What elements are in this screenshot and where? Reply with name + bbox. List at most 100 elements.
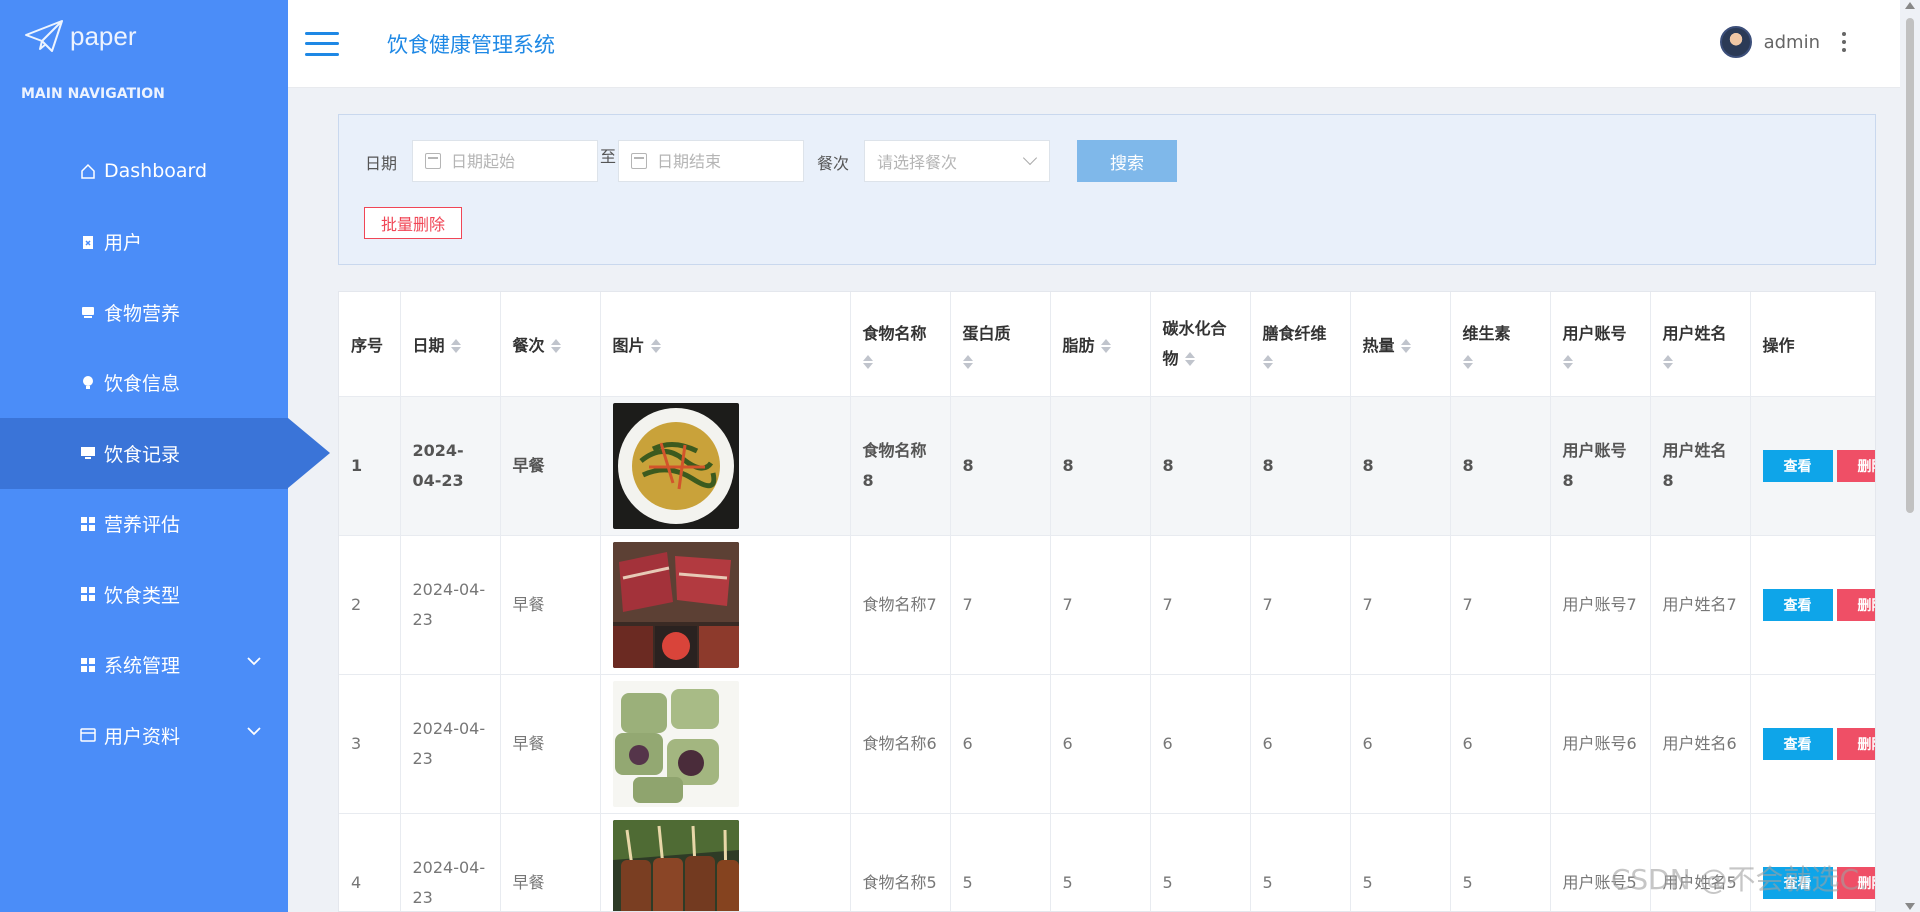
food-photo[interactable] xyxy=(612,402,739,529)
sidebar-item-label: 饮食信息 xyxy=(104,373,181,396)
sidebar-item-label: Dashboard xyxy=(104,160,208,183)
sort-icon[interactable] xyxy=(1400,339,1411,354)
user-menu[interactable]: admin xyxy=(1719,26,1848,58)
grid-icon xyxy=(80,657,96,673)
sidebar-item-diet-type[interactable]: 饮食类型 xyxy=(0,559,288,630)
date-start-input[interactable] xyxy=(449,150,579,172)
username[interactable]: admin xyxy=(1764,32,1820,53)
col-user-account[interactable]: 用户账号 xyxy=(1550,292,1651,397)
col-user-name[interactable]: 用户姓名 xyxy=(1650,292,1751,397)
sort-icon[interactable] xyxy=(862,354,873,369)
avatar[interactable] xyxy=(1719,26,1752,58)
sort-icon[interactable] xyxy=(1462,354,1473,369)
cell-image xyxy=(600,396,851,536)
date-end-input[interactable] xyxy=(655,150,785,172)
delete-button[interactable]: 删除 xyxy=(1836,588,1875,621)
sidebar-item-label: 饮食类型 xyxy=(104,584,181,607)
view-button[interactable]: 查看 xyxy=(1762,449,1833,482)
delete-button[interactable]: 删除 xyxy=(1836,449,1875,482)
food-photo[interactable] xyxy=(612,680,739,807)
delete-button[interactable]: 删除 xyxy=(1836,727,1875,760)
scroll-up-arrow[interactable] xyxy=(1905,2,1915,9)
col-carbs[interactable]: 碳水化合物 xyxy=(1150,292,1251,397)
cell-vitamin: 7 xyxy=(1450,535,1551,675)
nav-section-title: MAIN NAVIGATION xyxy=(21,86,165,102)
cell-carbs: 6 xyxy=(1150,674,1251,814)
col-protein[interactable]: 蛋白质 xyxy=(950,292,1051,397)
sidebar-item-diet-record[interactable]: 饮食记录 xyxy=(0,418,330,489)
table-row[interactable]: 2 2024-04-23 早餐 食物名称7 7 7 7 7 7 7 用户账号7 … xyxy=(339,535,1875,675)
table-row[interactable]: 3 2024-04-23 早餐 食物名称6 6 6 6 6 6 6 用户账号6 … xyxy=(339,674,1875,814)
cell-meal: 早餐 xyxy=(500,813,601,911)
food-photo[interactable] xyxy=(612,819,739,912)
cell-index: 4 xyxy=(339,813,401,911)
col-calories[interactable]: 热量 xyxy=(1350,292,1451,397)
sidebar-item-users[interactable]: 用户 xyxy=(0,207,288,278)
cell-fat: 5 xyxy=(1050,813,1151,911)
sidebar-item-user-profile[interactable]: 用户资料 xyxy=(0,700,288,771)
cell-user-name: 用户姓名8 xyxy=(1650,396,1751,536)
sidebar-item-label: 用户 xyxy=(104,232,143,255)
sort-icon[interactable] xyxy=(962,354,973,369)
sort-icon[interactable] xyxy=(1262,354,1273,369)
brand-name: paper xyxy=(70,20,137,51)
chevron-down-icon[interactable] xyxy=(246,656,262,666)
filter-panel: 日期 至 餐次 请选择餐次 搜索 批量删除 xyxy=(338,114,1876,265)
view-button[interactable]: 查看 xyxy=(1762,588,1833,621)
sidebar-item-label: 营养评估 xyxy=(104,514,181,537)
sort-icon[interactable] xyxy=(1562,354,1573,369)
chevron-down-icon xyxy=(1022,150,1038,166)
cell-food-name: 食物名称6 xyxy=(850,674,951,814)
more-vertical-icon[interactable] xyxy=(1842,32,1848,52)
menu-toggle-button[interactable] xyxy=(305,31,339,56)
cell-food-name: 食物名称8 xyxy=(850,396,951,536)
cell-actions: 查看删除 xyxy=(1750,674,1875,814)
sidebar-item-label: 饮食记录 xyxy=(104,443,181,466)
sidebar-item-system-admin[interactable]: 系统管理 xyxy=(0,630,288,701)
meal-select[interactable]: 请选择餐次 xyxy=(864,140,1050,182)
col-food-name[interactable]: 食物名称 xyxy=(850,292,951,397)
sort-icon[interactable] xyxy=(1100,339,1111,354)
scroll-down-arrow[interactable] xyxy=(1905,903,1915,910)
cell-protein: 7 xyxy=(950,535,1051,675)
sidebar-item-label: 用户资料 xyxy=(104,725,181,748)
sidebar-item-nutrition-eval[interactable]: 营养评估 xyxy=(0,489,288,560)
date-start-field[interactable] xyxy=(412,140,598,182)
sidebar-item-food-nutrition[interactable]: 食物营养 xyxy=(0,277,288,348)
sort-icon[interactable] xyxy=(450,339,461,354)
batch-delete-button[interactable]: 批量删除 xyxy=(364,207,462,239)
view-button[interactable]: 查看 xyxy=(1762,727,1833,760)
table-row[interactable]: 1 2024-04-23 早餐 食物名称8 8 8 8 8 8 8 用户账号8 … xyxy=(339,396,1875,536)
cell-index: 1 xyxy=(339,396,401,536)
cell-fiber: 6 xyxy=(1250,674,1351,814)
home-icon xyxy=(80,163,96,179)
col-vitamin[interactable]: 维生素 xyxy=(1450,292,1551,397)
search-button[interactable]: 搜索 xyxy=(1077,140,1177,182)
brand-logo[interactable]: paper xyxy=(0,0,288,72)
sort-icon[interactable] xyxy=(1184,352,1195,367)
cell-user-name: 用户姓名7 xyxy=(1650,535,1751,675)
sort-icon[interactable] xyxy=(1662,354,1673,369)
app-title: 饮食健康管理系统 xyxy=(387,32,555,57)
chevron-down-icon[interactable] xyxy=(246,726,262,736)
col-image[interactable]: 图片 xyxy=(600,292,851,397)
calendar-icon xyxy=(631,153,647,169)
col-date[interactable]: 日期 xyxy=(400,292,501,397)
page-scrollbar[interactable] xyxy=(1904,0,1916,912)
col-fat[interactable]: 脂肪 xyxy=(1050,292,1151,397)
col-fiber[interactable]: 膳食纤维 xyxy=(1250,292,1351,397)
col-meal[interactable]: 餐次 xyxy=(500,292,601,397)
date-end-field[interactable] xyxy=(618,140,804,182)
sort-icon[interactable] xyxy=(550,339,561,354)
food-photo[interactable] xyxy=(612,541,739,668)
sidebar-item-diet-info[interactable]: 饮食信息 xyxy=(0,348,288,419)
cell-actions: 查看删除 xyxy=(1750,396,1875,536)
sidebar-item-dashboard[interactable]: Dashboard xyxy=(0,136,288,207)
scrollbar-thumb[interactable] xyxy=(1906,18,1914,513)
cell-protein: 5 xyxy=(950,813,1051,911)
cell-vitamin: 8 xyxy=(1450,396,1551,536)
sort-icon[interactable] xyxy=(650,339,661,354)
cell-user-name: 用户姓名6 xyxy=(1650,674,1751,814)
cell-fiber: 7 xyxy=(1250,535,1351,675)
cell-date: 2024-04-23 xyxy=(400,813,501,911)
